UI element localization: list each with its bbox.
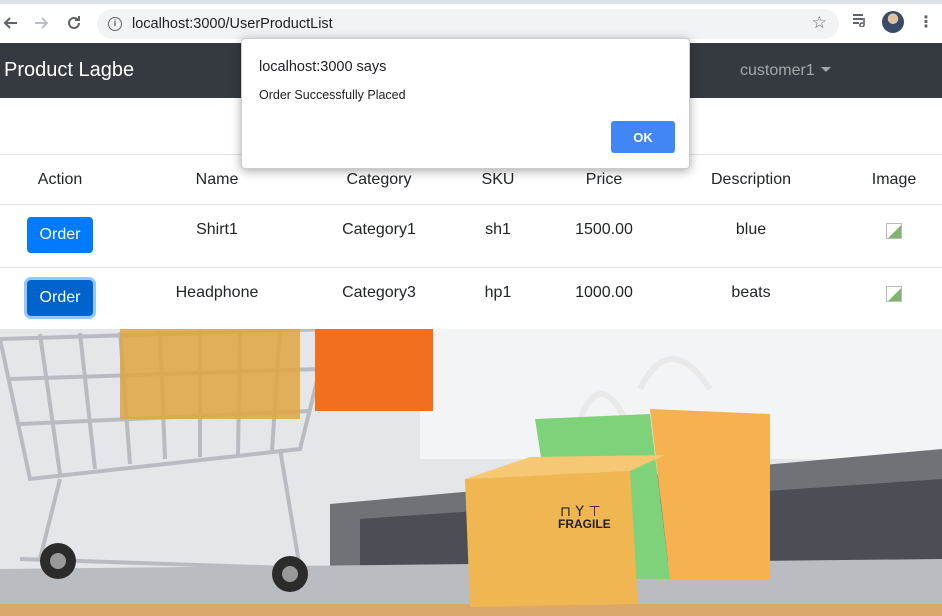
media-queue-icon[interactable] [852, 13, 868, 31]
product-price: 1500.00 [552, 204, 656, 268]
chevron-down-icon [820, 67, 831, 72]
browser-menu-icon[interactable]: ⋮ [918, 12, 934, 32]
order-button[interactable]: Order [26, 280, 94, 316]
profile-avatar[interactable] [882, 11, 904, 33]
alert-dialog: localhost:3000 says Order Successfully P… [241, 38, 690, 169]
dialog-message: Order Successfully Placed [259, 88, 406, 102]
reload-icon[interactable] [58, 7, 90, 39]
user-name: customer1 [740, 62, 815, 79]
brand-title[interactable]: Product Lagbe [4, 59, 134, 82]
back-icon[interactable] [0, 7, 26, 39]
table-row: Order Headphone Category3 hp1 1000.00 be… [0, 267, 942, 331]
info-icon[interactable]: i [108, 17, 122, 31]
product-name: Shirt1 [120, 204, 314, 268]
product-price: 1000.00 [552, 267, 656, 331]
user-dropdown[interactable]: customer1 [740, 62, 831, 80]
table-row: Order Shirt1 Category1 sh1 1500.00 blue [0, 204, 942, 268]
url-text: localhost:3000/UserProductList [132, 16, 333, 32]
address-bar[interactable]: i localhost:3000/UserProductList ☆ [97, 9, 839, 39]
shopping-illustration: FRAGILE ⊓ Y ⊤ [0, 329, 942, 616]
product-description: blue [656, 204, 846, 268]
header-image: Image [846, 154, 942, 205]
product-name: Headphone [120, 267, 314, 331]
broken-image-icon [886, 286, 902, 302]
product-sku: hp1 [444, 267, 552, 331]
order-button[interactable]: Order [26, 217, 94, 253]
product-category: Category1 [314, 204, 444, 268]
header-action: Action [0, 154, 120, 205]
product-category: Category3 [314, 267, 444, 331]
product-description: beats [656, 267, 846, 331]
dialog-title: localhost:3000 says [259, 59, 387, 75]
broken-image-icon [886, 223, 902, 239]
hero-shopping-image: FRAGILE ⊓ Y ⊤ [0, 329, 942, 616]
product-table: Action Name Category SKU Price Descripti… [0, 154, 942, 331]
ok-button[interactable]: OK [611, 121, 675, 153]
forward-icon[interactable] [26, 7, 58, 39]
product-sku: sh1 [444, 204, 552, 268]
browser-toolbar: i localhost:3000/UserProductList ☆ ⋮ [0, 0, 942, 43]
svg-text:⊓ Y ⊤: ⊓ Y ⊤ [560, 504, 601, 520]
bookmark-star-icon[interactable]: ☆ [812, 13, 827, 33]
